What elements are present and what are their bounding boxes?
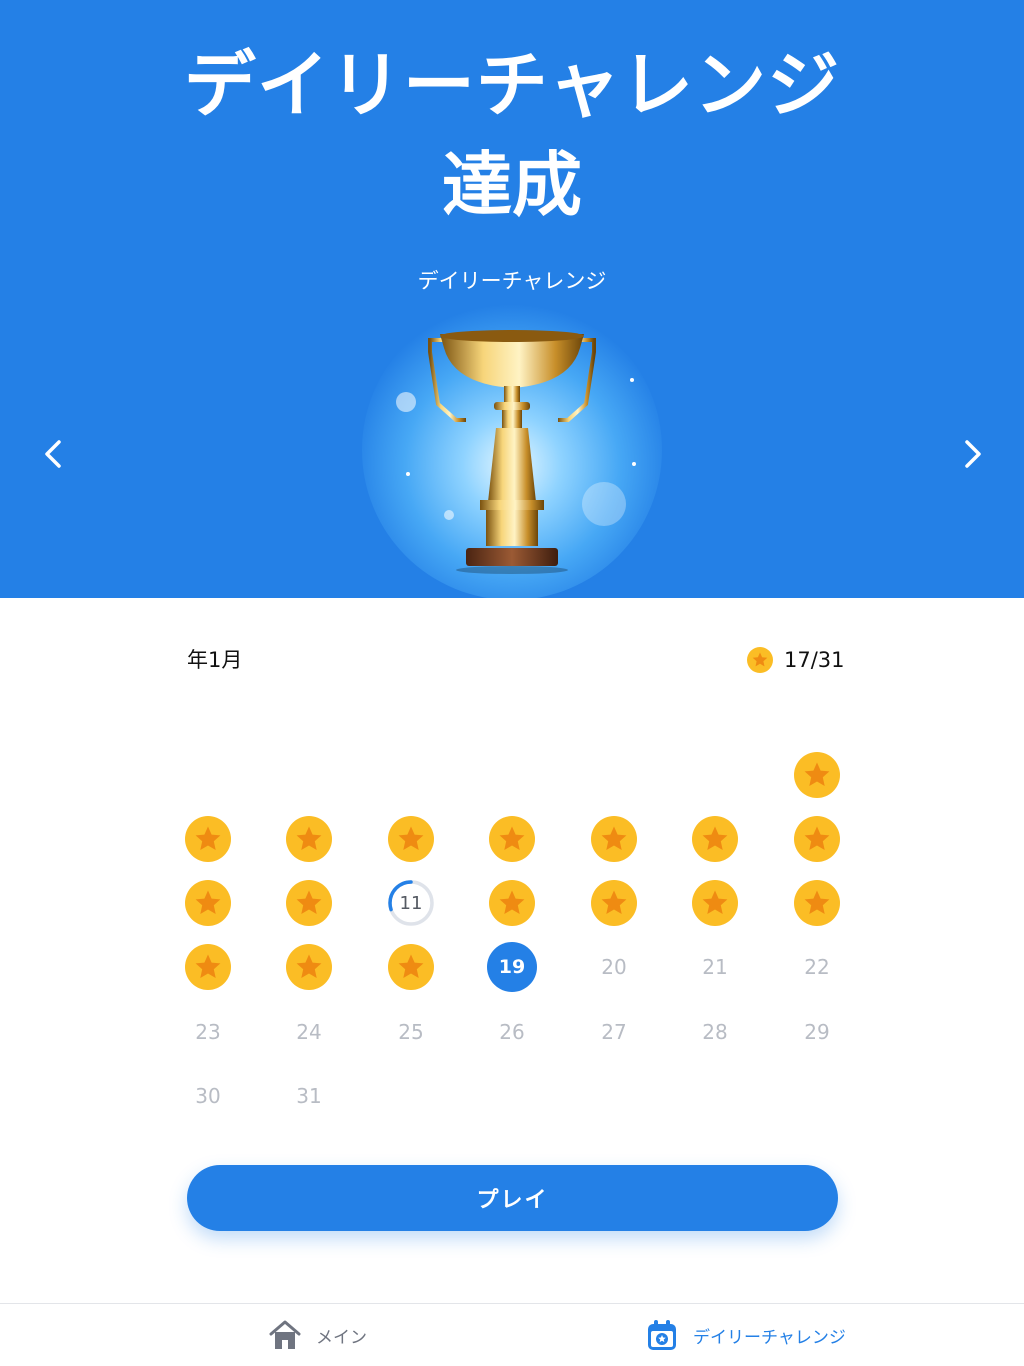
- chevron-right-icon[interactable]: [952, 434, 992, 474]
- sparkle: [630, 378, 634, 382]
- calendar-day-2[interactable]: [183, 814, 233, 864]
- calendar-day-17[interactable]: [284, 942, 334, 992]
- home-icon: [269, 1320, 301, 1349]
- tab-main[interactable]: メイン: [268, 1304, 367, 1366]
- star-coin-icon: [794, 816, 840, 862]
- score-text: 17/31: [784, 648, 845, 672]
- sparkle: [396, 392, 416, 412]
- score-counter: 17/31: [746, 645, 845, 675]
- hero-banner: デイリーチャレンジ 達成 デイリーチャレンジ: [0, 0, 1024, 598]
- star-coin-icon: [185, 944, 231, 990]
- calendar-day-26[interactable]: 26: [487, 1007, 537, 1057]
- calendar-day-number: 27: [601, 1020, 627, 1044]
- calendar-day-29[interactable]: 29: [792, 1007, 842, 1057]
- calendar-day-14[interactable]: [690, 878, 740, 928]
- star-coin-icon: [388, 944, 434, 990]
- calendar-day-20[interactable]: 20: [589, 942, 639, 992]
- calendar-day-number: 26: [499, 1020, 525, 1044]
- calendar-day-number: 21: [702, 955, 728, 979]
- star-coin-icon: [692, 816, 738, 862]
- hero-title-achievement: 達成: [442, 144, 582, 226]
- calendar-day-23[interactable]: 23: [183, 1007, 233, 1057]
- calendar-day-4[interactable]: [386, 814, 436, 864]
- calendar-day-number: 30: [195, 1084, 221, 1108]
- calendar-day-3[interactable]: [284, 814, 334, 864]
- calendar-day-31[interactable]: 31: [284, 1071, 334, 1121]
- calendar-day-number: 11: [399, 892, 423, 914]
- calendar-day-10[interactable]: [284, 878, 334, 928]
- star-coin-icon: [489, 880, 535, 926]
- tab-daily-challenge[interactable]: デイリーチャレンジ: [645, 1304, 846, 1366]
- calendar-day-13[interactable]: [589, 878, 639, 928]
- calendar-day-19[interactable]: 19: [487, 942, 537, 992]
- calendar-day-12[interactable]: [487, 878, 537, 928]
- star-coin-icon: [591, 816, 637, 862]
- star-coin-icon: [794, 752, 840, 798]
- calendar-star-icon: [648, 1320, 676, 1350]
- calendar-day-30[interactable]: 30: [183, 1071, 233, 1121]
- trophy-icon: [428, 330, 596, 574]
- star-coin-icon: [286, 816, 332, 862]
- star-coin-icon: [388, 816, 434, 862]
- calendar-day-6[interactable]: [589, 814, 639, 864]
- tab-main-label: メイン: [316, 1327, 367, 1348]
- calendar-day-number: 28: [702, 1020, 728, 1044]
- calendar-day-number: 22: [804, 955, 830, 979]
- calendar-day-25[interactable]: 25: [386, 1007, 436, 1057]
- calendar-day-8[interactable]: [792, 814, 842, 864]
- calendar-day-1[interactable]: [792, 750, 842, 800]
- calendar-day-number: 31: [296, 1084, 322, 1108]
- calendar-day-24[interactable]: 24: [284, 1007, 334, 1057]
- month-label: 年1月: [187, 648, 243, 672]
- calendar-day-number: 20: [601, 955, 627, 979]
- calendar-day-7[interactable]: [690, 814, 740, 864]
- star-coin-icon: [692, 880, 738, 926]
- tab-bar: メイン デイリーチャレンジ: [0, 1303, 1024, 1366]
- star-coin-icon: [185, 880, 231, 926]
- star-coin-icon: [591, 880, 637, 926]
- calendar-day-5[interactable]: [487, 814, 537, 864]
- star-coin-icon: [286, 880, 332, 926]
- hero-title: デイリーチャレンジ: [183, 43, 841, 127]
- calendar-day-28[interactable]: 28: [690, 1007, 740, 1057]
- calendar-day-18[interactable]: [386, 942, 436, 992]
- calendar-day-number: 29: [804, 1020, 830, 1044]
- calendar-day-9[interactable]: [183, 878, 233, 928]
- sparkle: [632, 462, 636, 466]
- calendar-day-27[interactable]: 27: [589, 1007, 639, 1057]
- calendar-day-11[interactable]: 11: [386, 878, 436, 928]
- star-coin-icon: [286, 944, 332, 990]
- calendar-day-21[interactable]: 21: [690, 942, 740, 992]
- star-coin-icon: [794, 880, 840, 926]
- star-coin-icon: [489, 816, 535, 862]
- calendar-day-22[interactable]: 22: [792, 942, 842, 992]
- star-coin-icon: [185, 816, 231, 862]
- hero-subtitle: デイリーチャレンジ: [417, 269, 607, 293]
- calendar-day-number: 19: [498, 956, 526, 978]
- star-coin-icon: [747, 647, 773, 673]
- tab-daily-challenge-label: デイリーチャレンジ: [693, 1327, 846, 1348]
- calendar-day-number: 23: [195, 1020, 221, 1044]
- calendar-day-15[interactable]: [792, 878, 842, 928]
- calendar-grid: 11 19 20 21 22 23 24 25 26 27 28 29 30 31: [158, 742, 868, 1128]
- calendar-day-number: 24: [296, 1020, 322, 1044]
- play-button[interactable]: プレイ: [187, 1165, 838, 1231]
- calendar-day-number: 25: [398, 1020, 424, 1044]
- chevron-left-icon[interactable]: [34, 434, 74, 474]
- sparkle: [406, 472, 410, 476]
- calendar-day-16[interactable]: [183, 942, 233, 992]
